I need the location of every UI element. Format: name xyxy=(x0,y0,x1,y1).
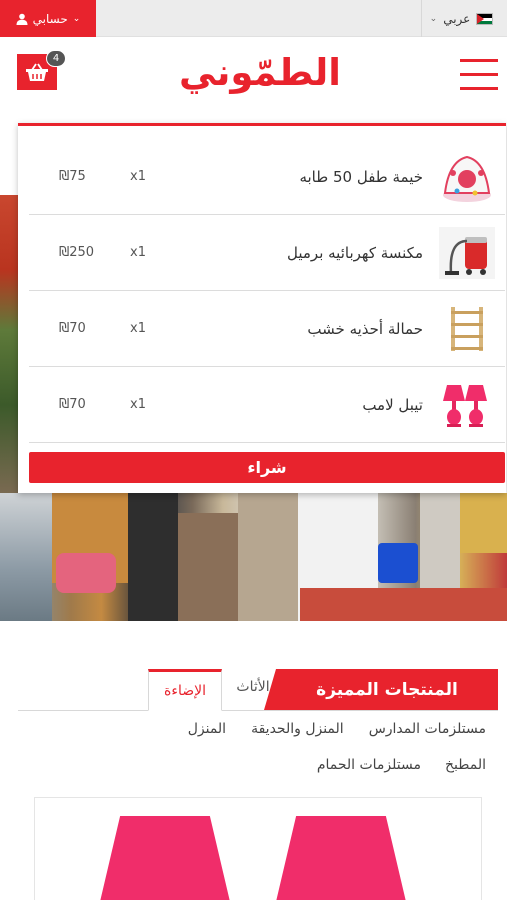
header: 4 الطمّوني xyxy=(0,37,507,123)
item-quantity: x1 xyxy=(130,321,146,336)
cart-item-row[interactable]: ₪70 x1 حمالة أحذيه خشب xyxy=(29,291,505,367)
category-link-bathroom[interactable]: مستلزمات الحمام xyxy=(317,757,421,773)
tabs-divider xyxy=(18,710,498,711)
item-quantity: x1 xyxy=(130,245,146,260)
account-label: حسابي xyxy=(32,11,68,26)
cart-dropdown: ₪75 x1 خيمة طفل 50 طابه ₪250 x1 مكنسة كه… xyxy=(18,123,506,493)
cart-item-row[interactable]: ₪75 x1 خيمة طفل 50 طابه xyxy=(29,139,505,215)
category-link-kitchen[interactable]: المطبخ xyxy=(445,757,486,773)
chevron-down-icon: ⌄ xyxy=(429,13,438,24)
category-link-home-garden[interactable]: المنزل والحديقة xyxy=(251,721,344,737)
cart-item-row[interactable]: ₪70 x1 تيبل لامب xyxy=(29,367,505,443)
item-price: ₪75 xyxy=(59,169,86,184)
page: ⌄ حسابي ⌄ عربي 4 الطمّوني ₪75 x1 خيمة طف… xyxy=(0,0,507,900)
item-name[interactable]: خيمة طفل 50 طابه xyxy=(299,139,423,215)
item-price: ₪250 xyxy=(59,245,95,260)
item-quantity: x1 xyxy=(130,169,146,184)
category-links: مستلزمات المدارس المنزل والحديقة المنزل … xyxy=(6,716,486,788)
shoe-rack-thumbnail xyxy=(451,307,483,351)
buy-button[interactable]: شراء xyxy=(29,452,505,483)
top-bar: ⌄ حسابي ⌄ عربي xyxy=(0,0,507,37)
item-quantity: x1 xyxy=(130,397,146,412)
item-price: ₪70 xyxy=(59,397,86,412)
chevron-down-icon: ⌄ xyxy=(72,13,81,24)
menu-icon[interactable] xyxy=(460,59,498,91)
tab-lighting[interactable]: الإضاءة xyxy=(148,669,222,711)
site-logo[interactable]: الطمّوني xyxy=(140,43,380,103)
user-icon xyxy=(16,13,28,25)
item-name[interactable]: حمالة أحذيه خشب xyxy=(307,291,423,367)
item-name[interactable]: تيبل لامب xyxy=(362,367,423,443)
featured-title-text: المنتجات المميزة xyxy=(316,679,458,700)
jordan-flag-icon xyxy=(476,12,494,25)
item-name[interactable]: مكنسة كهربائيه برميل xyxy=(287,215,423,291)
language-label: عربي xyxy=(443,11,471,26)
cart-item-row[interactable]: ₪250 x1 مكنسة كهربائيه برميل xyxy=(29,215,505,291)
basket-icon xyxy=(26,63,48,81)
cart-count-badge: 4 xyxy=(46,50,66,67)
lamp-shade-image xyxy=(99,816,231,900)
hero-banner-edge xyxy=(0,195,18,495)
vacuum-thumbnail xyxy=(439,227,495,279)
table-lamp-thumbnail xyxy=(443,385,487,427)
lamp-shade-image xyxy=(275,816,407,900)
tent-thumbnail xyxy=(443,155,491,202)
account-button[interactable]: ⌄ حسابي xyxy=(0,0,96,37)
item-price: ₪70 xyxy=(59,321,86,336)
featured-products-title: المنتجات المميزة xyxy=(264,669,498,710)
language-selector[interactable]: ⌄ عربي xyxy=(421,0,501,37)
hero-banner-image xyxy=(0,493,507,621)
category-link-school[interactable]: مستلزمات المدارس xyxy=(369,721,486,737)
category-link-home[interactable]: المنزل xyxy=(188,721,226,737)
product-card[interactable] xyxy=(34,797,482,900)
